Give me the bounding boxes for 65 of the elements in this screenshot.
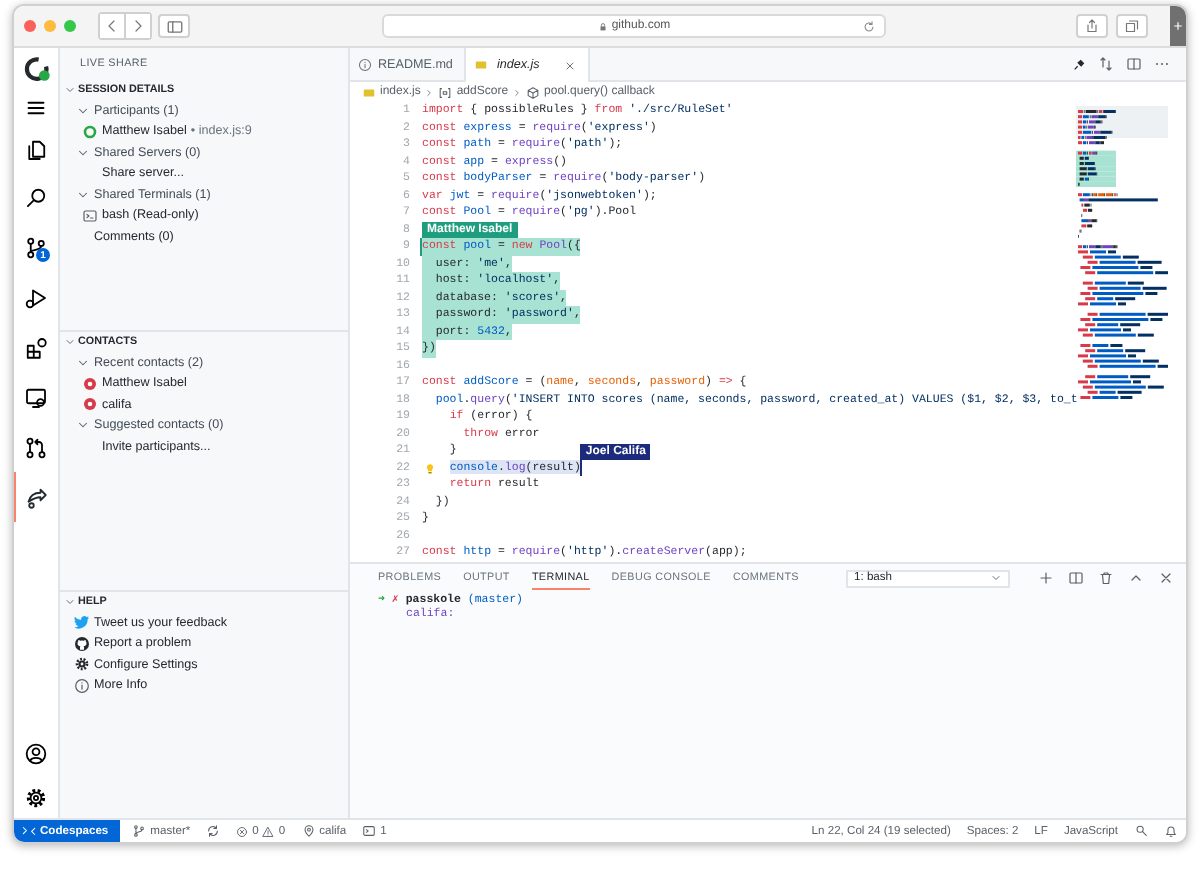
menu-icon	[24, 96, 48, 120]
source-control-icon	[24, 235, 48, 259]
settings-icon	[74, 656, 90, 673]
status-dot-icon	[82, 396, 98, 413]
monitor-icon	[24, 385, 48, 409]
compare-icon[interactable]	[1098, 56, 1114, 72]
bird-icon	[74, 614, 90, 631]
caret-icon	[990, 572, 1002, 584]
info-icon	[358, 57, 372, 71]
cat-logo-icon	[74, 635, 90, 652]
close-icon[interactable]	[563, 59, 576, 71]
status-dot-icon	[82, 375, 98, 392]
sidebar-icon	[165, 17, 183, 35]
share-button[interactable]	[1076, 14, 1108, 38]
search-icon	[24, 185, 48, 209]
chevron-up-icon[interactable]	[1128, 570, 1144, 586]
pull-request-icon	[24, 435, 48, 459]
chevron-icon[interactable]	[75, 187, 89, 202]
live-share-logo-icon	[23, 55, 49, 81]
settings-icon	[24, 786, 48, 810]
trash-icon[interactable]	[1098, 570, 1114, 586]
split-terminal-icon[interactable]	[1068, 570, 1084, 586]
share-icon	[1084, 18, 1100, 34]
reload-icon[interactable]	[862, 19, 876, 33]
feedback-icon	[1134, 824, 1148, 838]
extensions-icon	[24, 335, 48, 359]
pin-icon[interactable]	[1072, 57, 1086, 71]
new-tab-button[interactable]	[1170, 6, 1186, 46]
js-file-icon	[474, 58, 489, 72]
lock-icon	[597, 21, 608, 31]
chevron-right-icon	[130, 18, 146, 34]
chevron-right-icon	[424, 87, 435, 97]
files-icon	[24, 138, 48, 162]
chevron-left-icon	[104, 18, 120, 34]
cube-icon	[526, 85, 541, 99]
terminal-icon	[362, 824, 377, 838]
error-icon	[236, 825, 249, 837]
tabs-button[interactable]	[1116, 14, 1148, 38]
sidebar-toggle-button[interactable]	[158, 14, 190, 38]
variable-icon	[438, 85, 453, 99]
plus-icon	[1172, 20, 1184, 32]
plus-icon[interactable]	[1038, 570, 1054, 586]
chevron-icon[interactable]	[75, 145, 89, 160]
js-file-icon	[362, 85, 376, 99]
split-editor-icon[interactable]	[1126, 56, 1142, 72]
presence-ring-icon	[82, 123, 98, 140]
chevron-icon[interactable]	[75, 355, 89, 370]
chevron-right-icon	[512, 87, 523, 97]
branch-icon	[132, 824, 147, 838]
account-icon	[24, 742, 48, 766]
run-icon	[24, 285, 48, 309]
terminal-icon	[82, 207, 98, 224]
chevron-icon[interactable]	[75, 103, 89, 118]
tabs-icon	[1124, 18, 1140, 34]
sync-icon	[206, 824, 221, 838]
window-close-button[interactable]	[24, 20, 36, 32]
location-pin-icon	[301, 824, 316, 838]
live-share-icon	[24, 485, 48, 509]
window-zoom-button[interactable]	[64, 20, 76, 32]
bell-icon	[1164, 824, 1178, 838]
warning-icon	[262, 825, 275, 837]
close-icon[interactable]	[1158, 570, 1174, 586]
chevron-icon[interactable]	[75, 418, 89, 433]
remote-icon	[22, 824, 36, 838]
info-icon	[74, 677, 90, 694]
